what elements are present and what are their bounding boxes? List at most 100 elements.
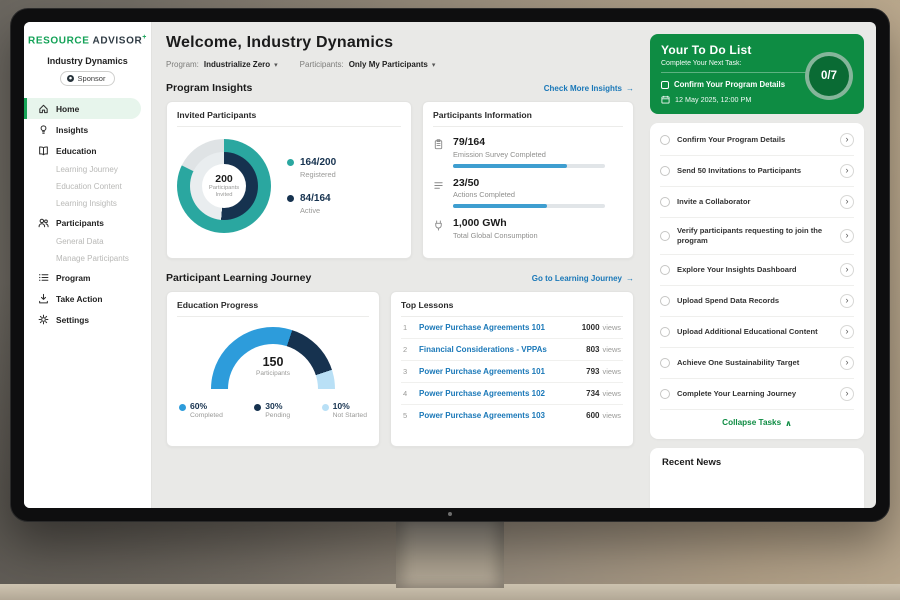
chevron-right-icon[interactable]: › (840, 325, 854, 339)
chevron-right-icon[interactable]: › (840, 387, 854, 401)
task-checkbox[interactable] (660, 166, 670, 176)
task-row: Send 50 Invitations to Participants › (660, 156, 854, 187)
app-logo: RESOURCE ADVISOR+ (24, 34, 151, 46)
program-icon (38, 272, 49, 283)
progress-bar (453, 164, 605, 168)
lesson-title-link[interactable]: Power Purchase Agreements 103 (419, 411, 578, 420)
lesson-rank: 5 (403, 411, 411, 420)
task-checkbox[interactable] (661, 81, 669, 89)
chevron-right-icon[interactable]: › (840, 195, 854, 209)
lesson-row: 1 Power Purchase Agreements 101 1000view… (401, 317, 623, 339)
legend-dot-completed (179, 404, 186, 411)
sidebar-item-participants[interactable]: Participants (24, 212, 151, 233)
sidebar-item-label: Settings (56, 315, 89, 325)
task-checkbox[interactable] (660, 231, 670, 241)
task-row: Invite a Collaborator › (660, 187, 854, 218)
education-progress-card: Education Progress 150 Participants 60% (166, 291, 380, 447)
task-checkbox[interactable] (660, 135, 670, 145)
go-to-learning-journey-link[interactable]: Go to Learning Journey → (532, 274, 634, 283)
sidebar-item-label: Learning Insights (56, 199, 117, 208)
legend-label: Pending (265, 412, 290, 419)
sidebar-item-home[interactable]: Home (24, 98, 141, 119)
chevron-right-icon[interactable]: › (840, 263, 854, 277)
task-checkbox[interactable] (660, 296, 670, 306)
legend-value: 84/164 (300, 193, 331, 204)
todo-subtitle: Complete Your Next Task: (661, 60, 809, 73)
lesson-views-suffix: views (603, 389, 621, 398)
legend-dot-pending (254, 404, 261, 411)
sidebar-item-learning-insights[interactable]: Learning Insights (24, 195, 151, 212)
task-checkbox[interactable] (660, 389, 670, 399)
task-label: Invite a Collaborator (677, 197, 833, 207)
chevron-right-icon[interactable]: › (840, 164, 854, 178)
gauge-center: 150 Participants (211, 355, 335, 377)
sidebar-item-manage-participants[interactable]: Manage Participants (24, 250, 151, 267)
lesson-rank: 2 (403, 345, 411, 354)
todo-progress-ring: 0/7 (805, 52, 853, 100)
page-title: Welcome, Industry Dynamics (166, 34, 634, 52)
sidebar-item-general-data[interactable]: General Data (24, 233, 151, 250)
top-lessons-card: Top Lessons 1 Power Purchase Agreements … (390, 291, 634, 447)
todo-title: Your To Do List (661, 43, 809, 57)
todo-next-task: Confirm Your Program Details (661, 80, 809, 89)
sidebar-item-education[interactable]: Education (24, 140, 151, 161)
lesson-title-link[interactable]: Financial Considerations - VPPAs (419, 345, 578, 354)
check-more-insights-link[interactable]: Check More Insights → (544, 84, 634, 93)
legend-label: Active (300, 206, 331, 215)
chevron-right-icon[interactable]: › (840, 294, 854, 308)
main-content: Welcome, Industry Dynamics Program: Indu… (152, 22, 646, 508)
lesson-views-count: 793 (586, 367, 599, 376)
sidebar-item-learning-journey[interactable]: Learning Journey (24, 161, 151, 178)
progress-bar (453, 204, 605, 208)
stat-value: 1,000 GWh (453, 218, 538, 230)
lesson-title-link[interactable]: Power Purchase Agreements 101 (419, 367, 578, 376)
legend-value: 10% (333, 401, 350, 411)
task-label: Verify participants requesting to join t… (677, 226, 833, 246)
lesson-row: 4 Power Purchase Agreements 102 734views (401, 383, 623, 405)
lesson-views-count: 600 (586, 411, 599, 420)
task-checkbox[interactable] (660, 265, 670, 275)
task-label: Upload Additional Educational Content (677, 327, 833, 337)
lesson-rank: 4 (403, 389, 411, 398)
sidebar-item-insights[interactable]: Insights (24, 119, 151, 140)
card-title: Participants Information (433, 110, 623, 127)
participants-filter-value: Only My Participants (349, 60, 428, 69)
stat-row: 1,000 GWh Total Global Consumption (433, 218, 623, 240)
sidebar-item-settings[interactable]: Settings (24, 309, 151, 330)
collapse-caret-icon: ∧ (785, 418, 792, 428)
task-checkbox[interactable] (660, 197, 670, 207)
participants-information-card: Participants Information 79/164 Emission… (422, 101, 634, 259)
todo-task-list: Confirm Your Program Details › Send 50 I… (650, 123, 864, 439)
legend-dot-registered (287, 159, 294, 166)
chevron-right-icon[interactable]: › (840, 133, 854, 147)
task-checkbox[interactable] (660, 327, 670, 337)
lesson-row: 3 Power Purchase Agreements 101 793views (401, 361, 623, 383)
logo-secondary: ADVISOR (93, 35, 143, 46)
sidebar-item-program[interactable]: Program (24, 267, 151, 288)
gauge-center-value: 150 (211, 355, 335, 369)
participants-filter-dropdown[interactable]: Only My Participants ▾ (349, 60, 436, 69)
collapse-tasks-link[interactable]: Collapse Tasks ∧ (660, 410, 854, 437)
checklist-icon (433, 180, 444, 191)
sponsor-badge-label: Sponsor (78, 74, 106, 83)
legend-item: 164/200 Registered (287, 157, 336, 179)
lesson-title-link[interactable]: Power Purchase Agreements 101 (419, 323, 574, 332)
chevron-right-icon[interactable]: › (840, 356, 854, 370)
lesson-title-link[interactable]: Power Purchase Agreements 102 (419, 389, 578, 398)
chevron-right-icon[interactable]: › (840, 229, 854, 243)
monitor-stand (396, 516, 504, 588)
sidebar-item-education-content[interactable]: Education Content (24, 178, 151, 195)
plug-icon (433, 220, 444, 231)
logo-primary: RESOURCE (28, 35, 89, 46)
task-row: Verify participants requesting to join t… (660, 218, 854, 255)
sidebar-item-take-action[interactable]: Take Action (24, 288, 151, 309)
recent-news-card: Recent News (650, 448, 864, 508)
legend-label: Completed (190, 412, 223, 419)
task-row: Explore Your Insights Dashboard › (660, 255, 854, 286)
invited-participants-donut-chart: 200 Participants Invited (177, 139, 271, 233)
task-checkbox[interactable] (660, 358, 670, 368)
program-filter-dropdown[interactable]: Industrialize Zero ▾ (204, 60, 278, 69)
legend-value: 60% (190, 401, 207, 411)
legend-item: 30% Pending (254, 401, 290, 419)
lesson-row: 5 Power Purchase Agreements 103 600views (401, 405, 623, 426)
